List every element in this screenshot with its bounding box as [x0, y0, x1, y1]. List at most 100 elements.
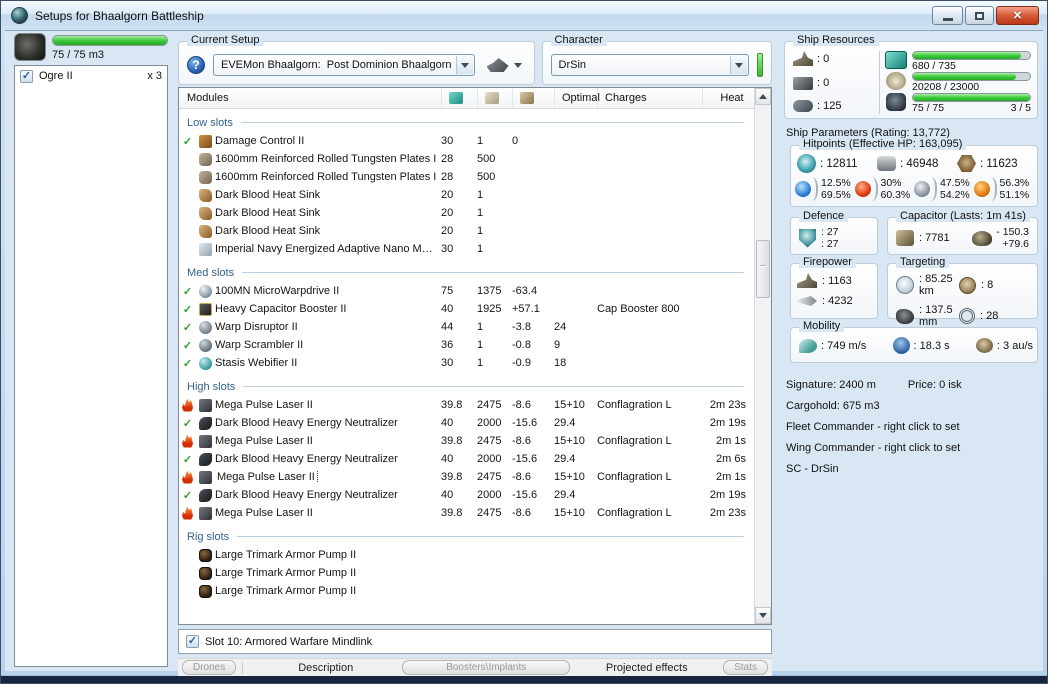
module-cap-usage: 0	[512, 135, 519, 147]
tab-boosters-implants[interactable]: Boosters\Implants	[402, 660, 571, 675]
scrollbar-thumb[interactable]	[756, 240, 770, 298]
module-row[interactable]: Imperial Navy Energized Adaptive Nano Me…	[179, 240, 754, 258]
column-optimal[interactable]: Optimal	[554, 88, 600, 108]
module-row[interactable]: Dark Blood Heat Sink 20 1	[179, 222, 754, 240]
column-heat[interactable]: Heat	[702, 88, 754, 108]
module-name: 1600mm Reinforced Rolled Tungsten Plates…	[215, 153, 437, 165]
laser-icon	[199, 398, 212, 412]
module-cap-usage: +57.1	[512, 303, 540, 315]
module-row[interactable]: 1600mm Reinforced Rolled Tungsten Plates…	[179, 168, 754, 186]
maximize-icon	[975, 11, 984, 20]
scroll-up-icon[interactable]	[755, 88, 771, 105]
drone-checkbox[interactable]: ✓	[20, 69, 33, 83]
sensor-strength-value: : 28	[980, 310, 999, 322]
module-row[interactable]: Mega Pulse Laser II 39.8 2475 -8.6 15+10 Conf…	[179, 468, 754, 486]
module-name: 100MN MicroWarpdrive II	[215, 285, 340, 297]
module-heat-time: 2m 6s	[716, 453, 746, 465]
drone-list-item[interactable]: ✓ Ogre II x 3	[15, 66, 167, 86]
scroll-down-icon[interactable]	[755, 607, 771, 624]
module-name: Dark Blood Heavy Energy Neutralizer	[215, 453, 398, 465]
chevron-down-icon[interactable]	[730, 56, 747, 74]
capacitor-usage-icon	[520, 92, 534, 104]
module-row[interactable]: ✓ Warp Scrambler II 36 1 -0.8 9	[179, 336, 754, 354]
nano-membrane-icon	[199, 242, 212, 256]
tab-drones[interactable]: Drones	[182, 660, 237, 675]
tab-description[interactable]: Description	[249, 662, 402, 674]
module-row[interactable]: Mega Pulse Laser II 39.8 2475 -8.6 15+10 Conf…	[179, 504, 754, 522]
modules-header[interactable]: Modules Optimal Charges Heat	[179, 88, 754, 109]
chevron-down-icon[interactable]	[455, 56, 473, 74]
fleet-commander-line[interactable]: Fleet Commander - right click to set	[786, 417, 1038, 438]
column-powergrid[interactable]	[477, 88, 512, 108]
wing-commander-line[interactable]: Wing Commander - right click to set	[786, 438, 1038, 459]
module-optimal: 15+10	[554, 399, 585, 411]
capacitor-amount: : 7781	[919, 232, 950, 244]
module-cap-usage: -15.6	[512, 489, 538, 501]
titlebar[interactable]: Setups for Bhaalgorn Battleship ×	[1, 1, 1047, 30]
fitted-ok-icon: ✓	[182, 285, 193, 298]
drones-panel: 75 / 75 m3 ✓ Ogre II x 3	[14, 33, 168, 667]
tab-projected-effects[interactable]: Projected effects	[570, 662, 723, 674]
turret-dps-value: : 1163	[822, 274, 852, 287]
tab-stats[interactable]: Stats	[723, 660, 769, 675]
module-row[interactable]: Large Trimark Armor Pump II	[179, 546, 754, 564]
module-cap-usage: -15.6	[512, 417, 538, 429]
laser-icon	[199, 470, 212, 484]
module-powergrid: 1	[477, 357, 484, 369]
setup-combobox[interactable]: EVEMon Bhaalgorn: Post Dominion Bhaalgor…	[213, 54, 475, 76]
overheat-icon	[182, 398, 193, 412]
launcher-slots-value: : 0	[817, 77, 830, 89]
scan-resolution-value: : 137.5 mm	[919, 304, 953, 328]
column-modules[interactable]: Modules	[179, 88, 441, 108]
module-group-header[interactable]: Med slots	[179, 263, 754, 282]
close-button[interactable]: ×	[996, 6, 1039, 25]
module-row[interactable]: ✓ Heavy Capacitor Booster II 40 1925 +57.1 Ca…	[179, 300, 754, 318]
slot10-checkbox[interactable]: ✓	[186, 635, 199, 648]
module-optimal: 15+10	[554, 507, 585, 519]
column-charges[interactable]: Charges	[597, 88, 702, 108]
module-row[interactable]: Large Trimark Armor Pump II	[179, 564, 754, 582]
client-area: 75 / 75 m3 ✓ Ogre II x 3 Current Setup ? E…	[5, 30, 1043, 676]
module-group-header[interactable]: Low slots	[179, 113, 754, 132]
module-row[interactable]: Dark Blood Heat Sink 20 1	[179, 186, 754, 204]
module-row[interactable]: ✓ Dark Blood Heavy Energy Neutralizer 40 20…	[179, 414, 754, 432]
column-capacitor[interactable]	[512, 88, 554, 108]
max-targets-icon	[959, 276, 976, 294]
help-icon[interactable]: ?	[187, 56, 205, 74]
sensor-strength-icon	[959, 308, 975, 324]
module-cpu: 28	[441, 153, 454, 165]
module-row[interactable]: Mega Pulse Laser II 39.8 2475 -8.6 15+10 Conf…	[179, 396, 754, 414]
module-row[interactable]: ✓ Stasis Webifier II 30 1 -0.9 18	[179, 354, 754, 372]
maximize-button[interactable]	[965, 6, 994, 25]
firepower-label: Firepower	[799, 256, 856, 268]
module-name: Large Trimark Armor Pump II	[215, 567, 357, 579]
module-row[interactable]: 1600mm Reinforced Rolled Tungsten Plates…	[179, 150, 754, 168]
modules-scrollbar[interactable]	[754, 88, 771, 624]
drone-list[interactable]: ✓ Ogre II x 3	[14, 65, 168, 667]
module-row[interactable]: ✓ Damage Control II 30 1 0	[179, 132, 754, 150]
cpu-bar	[912, 51, 1031, 60]
armor-plate-icon	[199, 152, 212, 166]
column-cpu[interactable]	[441, 88, 477, 108]
module-row[interactable]: ✓ Dark Blood Heavy Energy Neutralizer 40 20…	[179, 450, 754, 468]
module-group-header[interactable]: Rig slots	[179, 527, 754, 546]
module-group-header[interactable]: High slots	[179, 377, 754, 396]
targeting-label: Targeting	[896, 256, 950, 268]
module-group-label: Med slots	[187, 266, 235, 279]
module-name: Mega Pulse Laser II	[215, 399, 313, 411]
firepower-group: Firepower : 1163 : 4232	[790, 256, 878, 319]
module-row[interactable]: Large Trimark Armor Pump II	[179, 582, 754, 600]
module-row[interactable]: ✓ 100MN MicroWarpdrive II 75 1375 -63.4	[179, 282, 754, 300]
ship-menu-button[interactable]	[483, 56, 526, 74]
character-label: Character	[550, 34, 607, 46]
armor-plate-icon	[199, 170, 212, 184]
module-row[interactable]: Mega Pulse Laser II 39.8 2475 -8.6 15+10 Conf…	[179, 432, 754, 450]
window-title: Setups for Bhaalgorn Battleship	[35, 8, 204, 23]
module-row[interactable]: ✓ Warp Disruptor II 44 1 -3.8 24	[179, 318, 754, 336]
module-row[interactable]: Dark Blood Heat Sink 20 1	[179, 204, 754, 222]
minimize-button[interactable]	[932, 6, 963, 25]
character-combobox[interactable]: DrSin	[550, 54, 749, 76]
squad-commander-line[interactable]: SC - DrSin	[786, 459, 1038, 480]
module-cpu: 44	[441, 321, 454, 333]
module-row[interactable]: ✓ Dark Blood Heavy Energy Neutralizer 40 20…	[179, 486, 754, 504]
